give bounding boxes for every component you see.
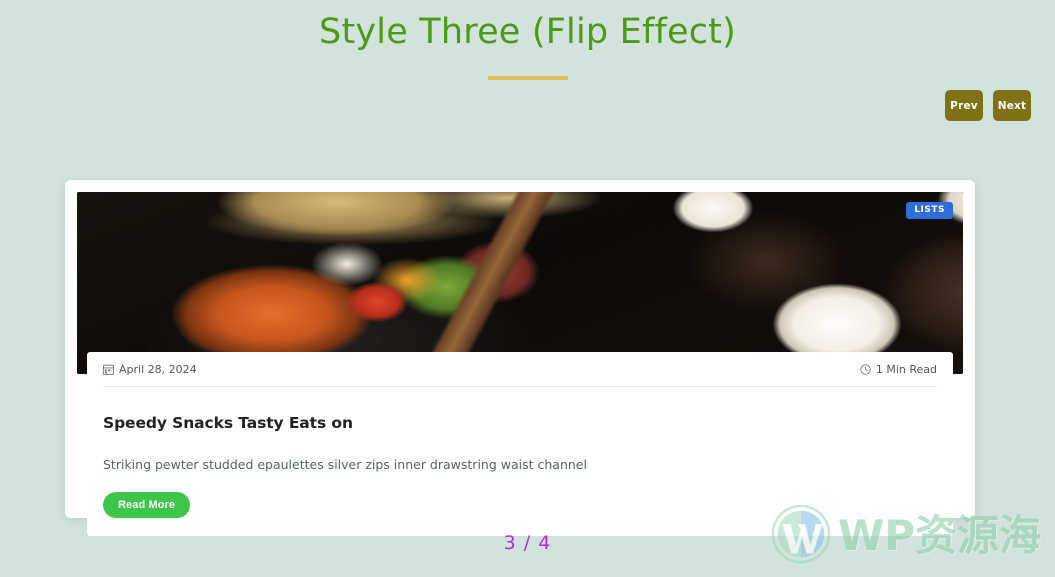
read-more-button[interactable]: Read More bbox=[103, 491, 191, 518]
next-button[interactable]: Next bbox=[993, 90, 1031, 121]
post-date-text: April 28, 2024 bbox=[119, 363, 197, 376]
prev-button[interactable]: Prev bbox=[945, 90, 983, 121]
title-underline bbox=[487, 76, 568, 80]
post-excerpt: Striking pewter studded epaulettes silve… bbox=[103, 457, 587, 472]
post-content-panel: April 28, 2024 1 Min Read Speedy Snacks … bbox=[87, 352, 953, 536]
post-thumbnail[interactable]: LISTS bbox=[77, 192, 963, 374]
clock-icon bbox=[860, 364, 871, 375]
page-header: Style Three (Flip Effect) bbox=[0, 0, 1055, 80]
post-meta: April 28, 2024 1 Min Read bbox=[103, 352, 937, 387]
post-card[interactable]: LISTS April 28, 2024 1 Min Read Speedy S… bbox=[65, 180, 975, 536]
post-read-time: 1 Min Read bbox=[860, 363, 937, 376]
food-photo bbox=[77, 192, 963, 374]
post-read-time-text: 1 Min Read bbox=[875, 363, 937, 376]
post-title[interactable]: Speedy Snacks Tasty Eats on bbox=[103, 414, 937, 432]
post-date: April 28, 2024 bbox=[103, 363, 197, 376]
calendar-icon bbox=[103, 364, 114, 375]
page-title: Style Three (Flip Effect) bbox=[319, 12, 736, 52]
category-badge[interactable]: LISTS bbox=[906, 202, 953, 219]
carousel-navigation: Prev Next bbox=[945, 90, 1031, 121]
carousel: LISTS April 28, 2024 1 Min Read Speedy S… bbox=[65, 180, 975, 536]
pagination-counter: 3 / 4 bbox=[503, 532, 552, 554]
